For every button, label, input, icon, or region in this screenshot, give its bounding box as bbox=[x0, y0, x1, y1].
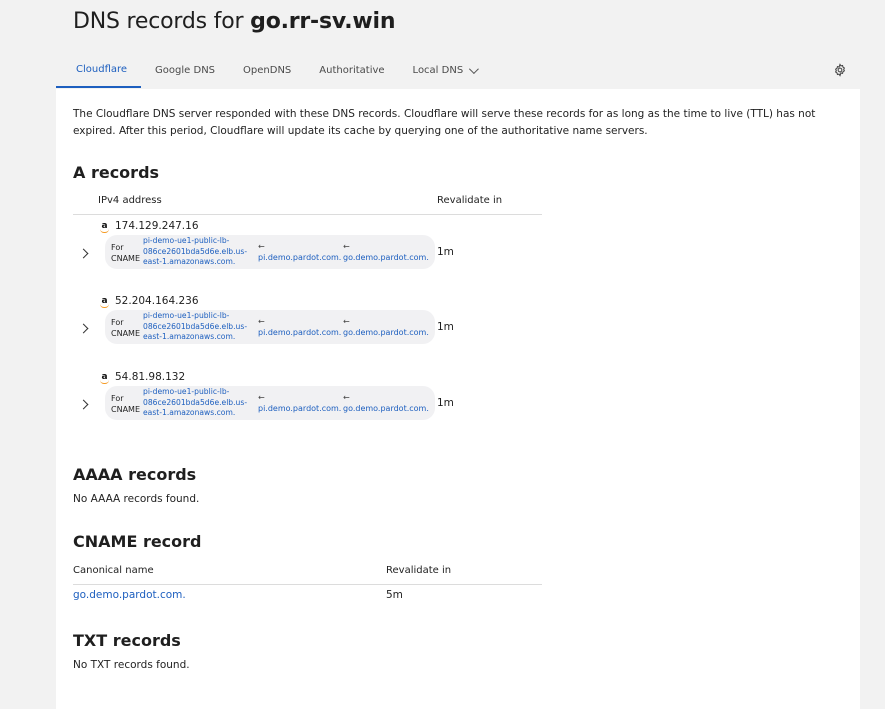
cname-chain: For CNAME pi-demo-ue1-public-lb-086ce260… bbox=[105, 386, 435, 420]
cname-chain-link[interactable]: pi.demo.pardot.com. bbox=[258, 328, 341, 337]
txt-records-heading: TXT records bbox=[73, 631, 181, 650]
cname-record-revalidate: 5m bbox=[386, 589, 403, 601]
a-record-ip-value: 174.129.247.16 bbox=[115, 220, 199, 232]
cname-header-revalidate: Revalidate in bbox=[386, 565, 452, 576]
a-record-revalidate: 1m bbox=[437, 246, 454, 258]
chevron-right-icon[interactable] bbox=[78, 323, 89, 334]
tab-local-dns-label: Local DNS bbox=[412, 64, 464, 76]
arrow-left-icon: ← bbox=[343, 393, 350, 402]
chevron-right-icon[interactable] bbox=[78, 399, 89, 410]
arrow-left-icon: ← bbox=[258, 393, 265, 402]
page-title-domain: go.rr-sv.win bbox=[250, 9, 396, 34]
arrow-left-icon: ← bbox=[258, 242, 265, 251]
cname-chain: For CNAME pi-demo-ue1-public-lb-086ce260… bbox=[105, 310, 435, 344]
gear-icon[interactable] bbox=[833, 63, 847, 77]
tab-opendns[interactable]: OpenDNS bbox=[229, 52, 305, 88]
a-records-heading: A records bbox=[73, 163, 160, 182]
cname-chain-link[interactable]: pi-demo-ue1-public-lb-086ce2601bda5d6e.e… bbox=[143, 387, 261, 419]
intro-text: The Cloudflare DNS server responded with… bbox=[73, 108, 816, 137]
arrow-left-icon: ← bbox=[343, 317, 350, 326]
for-cname-label: For CNAME bbox=[111, 394, 140, 414]
a-header-revalidate: Revalidate in bbox=[437, 195, 503, 206]
tab-google-dns[interactable]: Google DNS bbox=[141, 52, 229, 88]
a-record-ip-value: 54.81.98.132 bbox=[115, 371, 186, 383]
amazon-icon: a bbox=[100, 221, 109, 233]
a-record-revalidate: 1m bbox=[437, 321, 454, 333]
cname-chain-link[interactable]: pi-demo-ue1-public-lb-086ce2601bda5d6e.e… bbox=[143, 236, 261, 268]
txt-empty-text: No TXT records found. bbox=[73, 659, 190, 671]
tab-cloudflare[interactable]: Cloudflare bbox=[56, 52, 142, 88]
for-cname-label: For CNAME bbox=[111, 243, 140, 263]
cname-chain-link[interactable]: go.demo.pardot.com. bbox=[343, 328, 429, 337]
tab-local-dns[interactable]: Local DNS bbox=[399, 52, 491, 88]
cname-chain-link[interactable]: go.demo.pardot.com. bbox=[343, 253, 429, 262]
aaaa-empty-text: No AAAA records found. bbox=[73, 493, 200, 505]
records-card: The Cloudflare DNS server responded with… bbox=[56, 89, 860, 709]
chevron-down-icon bbox=[469, 63, 480, 74]
resolver-tabs: Cloudflare Google DNS OpenDNS Authoritat… bbox=[56, 52, 860, 88]
cname-chain-link[interactable]: go.demo.pardot.com. bbox=[343, 404, 429, 413]
a-record-ip: a 54.81.98.132 bbox=[100, 371, 186, 384]
cname-chain-link[interactable]: pi.demo.pardot.com. bbox=[258, 404, 341, 413]
tab-authoritative[interactable]: Authoritative bbox=[305, 52, 398, 88]
cname-header-divider bbox=[73, 584, 542, 585]
cname-record-link[interactable]: go.demo.pardot.com. bbox=[73, 589, 186, 601]
page-title-prefix: DNS records for bbox=[73, 9, 244, 34]
arrow-left-icon: ← bbox=[343, 242, 350, 251]
a-record-ip: a 52.204.164.236 bbox=[100, 295, 199, 308]
cname-chain-link[interactable]: pi.demo.pardot.com. bbox=[258, 253, 341, 262]
cname-record-heading: CNAME record bbox=[73, 532, 202, 551]
for-cname-label: For CNAME bbox=[111, 318, 140, 338]
cname-chain: For CNAME pi-demo-ue1-public-lb-086ce260… bbox=[105, 235, 435, 269]
cname-header-name: Canonical name bbox=[73, 565, 154, 576]
page-title: DNS records for go.rr-sv.win bbox=[73, 9, 396, 34]
aaaa-records-heading: AAAA records bbox=[73, 465, 197, 484]
a-record-ip-value: 52.204.164.236 bbox=[115, 295, 199, 307]
a-record-revalidate: 1m bbox=[437, 397, 454, 409]
amazon-icon: a bbox=[100, 296, 109, 308]
chevron-right-icon[interactable] bbox=[78, 248, 89, 259]
cname-chain-link[interactable]: pi-demo-ue1-public-lb-086ce2601bda5d6e.e… bbox=[143, 311, 261, 343]
a-header-divider bbox=[73, 214, 542, 215]
a-record-ip: a 174.129.247.16 bbox=[100, 220, 199, 233]
a-header-address: IPv4 address bbox=[98, 195, 162, 206]
amazon-icon: a bbox=[100, 372, 109, 384]
arrow-left-icon: ← bbox=[258, 317, 265, 326]
